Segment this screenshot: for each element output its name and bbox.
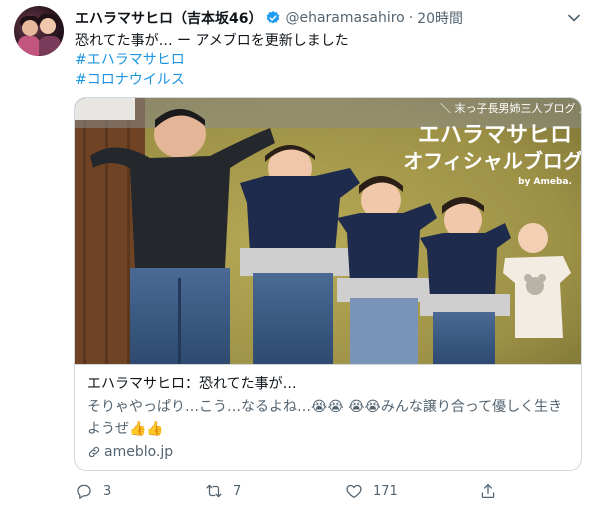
chevron-down-icon[interactable] — [566, 10, 582, 26]
avatar[interactable] — [14, 6, 64, 56]
separator-dot: · — [408, 10, 414, 26]
hashtag-link[interactable]: #コロナウイルス — [75, 70, 185, 90]
reply-count: 3 — [103, 483, 112, 499]
banner-title-line1: エハラマサヒロ — [418, 123, 572, 148]
share-button[interactable] — [479, 482, 507, 500]
banner-subtitle: ＼ 末っ子長男姉三人ブログ ／ — [440, 101, 581, 115]
tweet-actions: 3 7 171 — [75, 482, 505, 502]
display-name[interactable]: エハラマサヒロ（吉本坂46） — [75, 8, 262, 28]
card-title[interactable]: エハラマサヒロ：恐れてた事が… — [87, 374, 297, 394]
reply-button[interactable]: 3 — [75, 482, 111, 500]
banner-title-line2: オフィシャルブログ — [403, 149, 581, 173]
like-button[interactable]: 171 — [345, 482, 398, 500]
card-domain-text: ameblo.jp — [104, 444, 174, 460]
retweet-button[interactable]: 7 — [205, 482, 241, 500]
tweet-header: エハラマサヒロ（吉本坂46） @eharamasahiro · 20時間 — [75, 8, 463, 28]
tweet-text: 恐れてた事が… ー アメブロを更新しました — [75, 33, 349, 49]
like-count: 171 — [373, 483, 398, 499]
card-domain[interactable]: ameblo.jp — [87, 442, 173, 462]
link-icon — [88, 446, 100, 458]
card-description: そりゃやっぱり…こう…なるよね…😭😭 😭😭みんな譲り合って優しく生きようぜ👍👍 — [87, 399, 563, 437]
share-icon — [481, 483, 495, 499]
timestamp[interactable]: 20時間 — [417, 8, 463, 28]
handle[interactable]: @eharamasahiro — [285, 10, 404, 26]
heart-icon — [346, 484, 362, 499]
card-image[interactable]: ＼ 末っ子長男姉三人ブログ ／ エハラマサヒロ オフィシャルブログ by Ame… — [75, 98, 581, 364]
retweet-count: 7 — [233, 483, 242, 499]
verified-badge-icon — [267, 11, 280, 24]
card-divider — [75, 364, 581, 365]
banner-by-ameba: by Ameba. — [518, 177, 572, 187]
retweet-icon — [206, 484, 222, 498]
tweet[interactable]: エハラマサヒロ（吉本坂46） @eharamasahiro · 20時間 恐れて… — [0, 0, 595, 508]
link-card[interactable]: ＼ 末っ子長男姉三人ブログ ／ エハラマサヒロ オフィシャルブログ by Ame… — [74, 97, 582, 471]
hashtag-link[interactable]: #エハラマサヒロ — [75, 50, 185, 70]
reply-icon — [77, 484, 91, 499]
